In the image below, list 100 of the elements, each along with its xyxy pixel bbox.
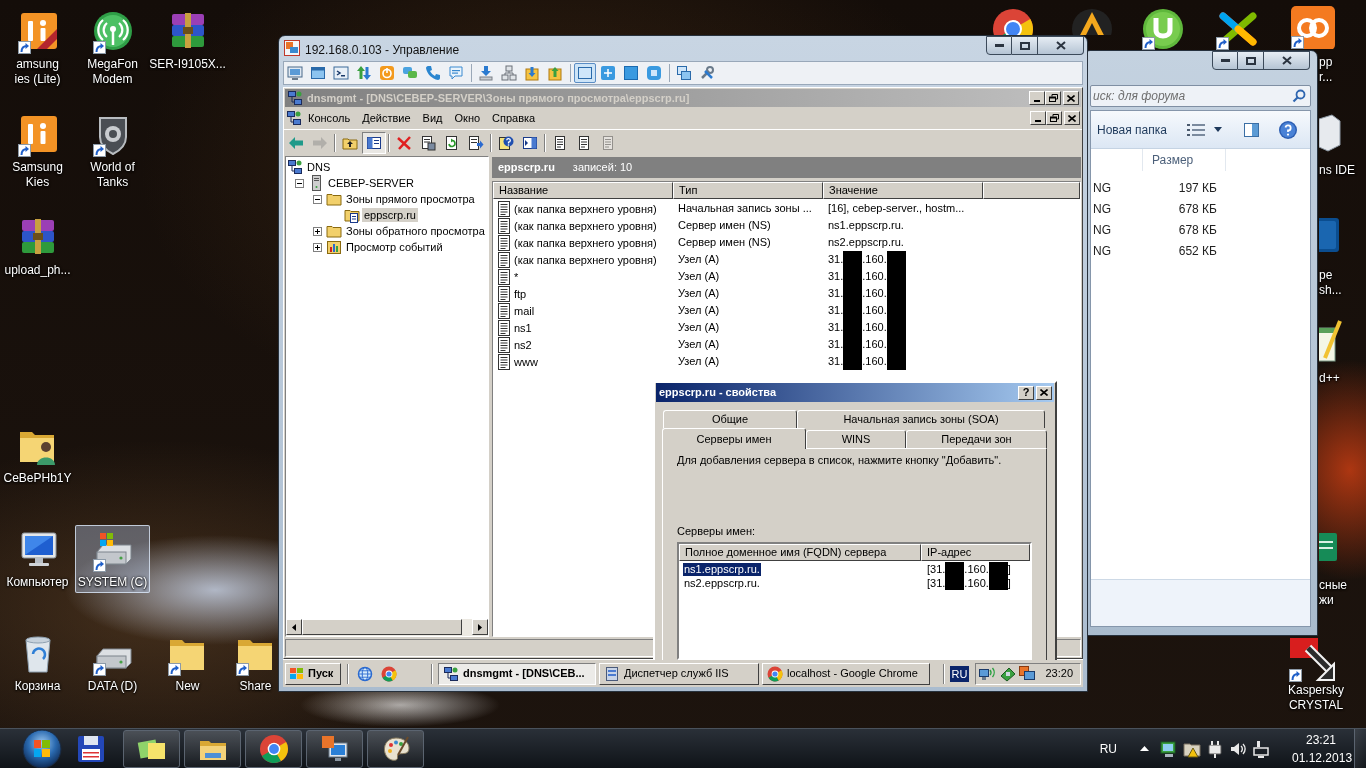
monitor-icon[interactable]	[1160, 739, 1178, 758]
show-desktop-button[interactable]	[1354, 729, 1366, 768]
column-header[interactable]: Значение	[823, 182, 983, 199]
close-button[interactable]	[1264, 51, 1310, 70]
record-name[interactable]: ftp	[513, 286, 528, 301]
taskbar-button[interactable]	[123, 729, 180, 768]
expand-icon[interactable]	[312, 242, 322, 252]
menu-item[interactable]: Консоль	[302, 109, 357, 127]
toolbar-button[interactable]	[362, 131, 386, 154]
caret-icon[interactable]	[1214, 127, 1222, 132]
close-icon	[1067, 94, 1075, 102]
clock-button[interactable]: 23:21 01.12.2013	[1292, 730, 1350, 767]
table-cell: NG	[1093, 180, 1111, 195]
tab[interactable]: Передачи зон	[906, 430, 1047, 448]
minimize-button[interactable]	[986, 36, 1012, 55]
maximize-icon	[1245, 56, 1256, 65]
column-header[interactable]: Тип	[673, 182, 823, 199]
instruction-text: Для добавления сервера в список, нажмите кнопку "Добавить".	[677, 453, 1003, 467]
toolbar-button[interactable]	[330, 63, 352, 83]
tree-item[interactable]: Зоны прямого просмотра	[344, 192, 477, 206]
tree-item[interactable]: eppscrp.ru	[362, 208, 418, 222]
record-name[interactable]: www	[513, 354, 539, 369]
record-name[interactable]: (как папка верхнего уровня)	[513, 252, 658, 267]
app-tile-icon[interactable]	[1290, 5, 1336, 49]
round-logo-icon[interactable]	[1141, 8, 1185, 50]
tab[interactable]: Серверы имен	[662, 428, 806, 449]
record-name[interactable]: (как папка верхнего уровня)	[513, 218, 658, 233]
help-icon[interactable]	[1278, 119, 1298, 140]
record-name[interactable]: ns1	[513, 320, 533, 335]
icon-label: pp r...	[1319, 55, 1333, 85]
taskbar-button[interactable]	[245, 729, 302, 768]
globe-icon[interactable]	[357, 665, 373, 682]
scroll-right-button[interactable]	[472, 619, 488, 635]
table-cell: 652 КБ	[1178, 243, 1217, 258]
record-name[interactable]: *	[513, 269, 520, 284]
table-cell[interactable]: ns2.eppscrp.ru.	[683, 576, 761, 590]
tree-item[interactable]: Просмотр событий	[344, 240, 445, 254]
table-cell-text: .160.	[964, 575, 989, 591]
new-folder-button[interactable]: Новая папка	[1093, 117, 1171, 142]
tab[interactable]: Общие	[663, 410, 797, 428]
column-header[interactable]: Полное доменное имя (FQDN) сервера	[679, 544, 921, 561]
scroll-left-button[interactable]	[286, 619, 302, 635]
document-icon	[498, 285, 510, 302]
app-tile-icon[interactable]	[1319, 216, 1341, 254]
help-button[interactable]: ?	[1018, 385, 1034, 400]
table-cell: NG	[1093, 243, 1111, 258]
tree-item[interactable]: DNS	[305, 160, 333, 174]
tree-item[interactable]: СЕВЕР-SERVER	[326, 176, 416, 190]
browser-icon	[257, 732, 290, 765]
taskbar-button[interactable]: dnsmgmt - [DNS\СЕВ...	[438, 662, 596, 685]
tab[interactable]: WINS	[806, 430, 906, 448]
close-icon	[1068, 114, 1076, 122]
table-cell[interactable]: ns1.eppscrp.ru.	[683, 562, 761, 576]
restore-button[interactable]	[1046, 111, 1062, 125]
start-button[interactable]: Пуск	[285, 662, 341, 685]
minimize-button[interactable]	[1212, 51, 1238, 70]
menu-item[interactable]: Окно	[448, 109, 487, 127]
column-header[interactable]: Размер	[1143, 149, 1226, 171]
taskbar-button[interactable]	[184, 729, 241, 768]
taskbar-button[interactable]: Диспетчер служб IIS	[599, 662, 759, 685]
record-name[interactable]: mail	[513, 303, 536, 318]
view-options-icon[interactable]	[1187, 122, 1205, 137]
record-name[interactable]: (как папка верхнего уровня)	[513, 201, 658, 216]
maximize-button[interactable]	[1238, 51, 1264, 70]
collapse-icon[interactable]	[294, 178, 304, 188]
show-hidden-icons-icon[interactable]	[1140, 746, 1149, 751]
document-icon[interactable]	[1319, 533, 1339, 561]
taskbar-button[interactable]	[367, 729, 424, 768]
maximize-button[interactable]	[1012, 36, 1038, 55]
arrow-logo-icon[interactable]	[1288, 638, 1338, 682]
table-cell: Начальная запись зоны ...	[678, 202, 812, 215]
network-computers-icon	[287, 90, 303, 106]
taskbar-button[interactable]: localhost - Google Chrome	[762, 662, 930, 685]
restore-button[interactable]	[1045, 91, 1061, 105]
expand-icon[interactable]	[312, 226, 322, 236]
column-header[interactable]: IP-адрес	[921, 544, 1030, 561]
menu-item[interactable]: Справка	[486, 109, 542, 127]
search-field[interactable]: иск: для форума	[1090, 85, 1311, 107]
collapse-icon[interactable]	[312, 194, 322, 204]
plug-icon[interactable]	[1206, 739, 1224, 758]
menu-item[interactable]: Вид	[416, 109, 449, 127]
tree-item[interactable]: Зоны обратного просмотра	[344, 224, 487, 238]
record-name[interactable]: ns2	[513, 337, 533, 352]
table-cell: 678 КБ	[1178, 222, 1217, 237]
record-name[interactable]: (как папка верхнего уровня)	[513, 235, 658, 250]
icon-label: Share	[239, 679, 272, 694]
close-button[interactable]	[1038, 36, 1084, 55]
icon-label: Компьютер	[6, 575, 69, 590]
redaction-block	[988, 562, 1008, 576]
column-header[interactable]	[983, 182, 1080, 199]
tab[interactable]: Начальная запись зоны (SOA)	[797, 410, 1045, 428]
language-indicator[interactable]: RU	[949, 665, 970, 682]
scrollbar-thumb[interactable]	[302, 619, 462, 635]
preview-pane-icon[interactable]	[1244, 122, 1259, 137]
column-header[interactable]: Название	[493, 182, 673, 199]
start-button[interactable]	[22, 728, 62, 768]
taskbar-button[interactable]	[306, 729, 363, 768]
network-icon[interactable]	[1252, 739, 1270, 758]
menu-item[interactable]: Действие	[356, 109, 417, 127]
language-indicator[interactable]: RU	[1099, 739, 1117, 758]
